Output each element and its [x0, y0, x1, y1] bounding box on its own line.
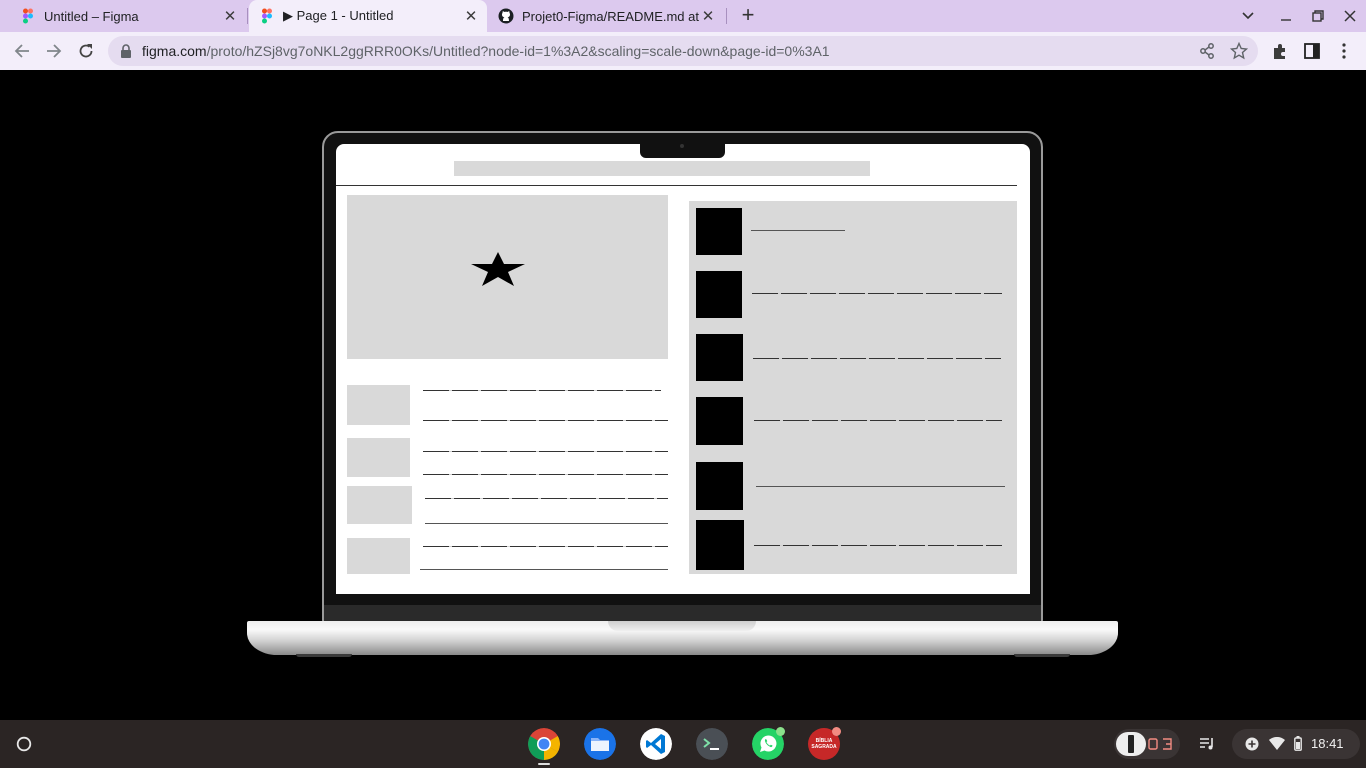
sidebar-thumbnail	[696, 520, 744, 570]
list-thumbnail	[347, 385, 410, 425]
text-line	[420, 569, 668, 570]
figma-icon	[262, 8, 272, 24]
laptop-foot	[1014, 654, 1070, 657]
sidebar-thumbnail	[696, 397, 743, 445]
address-bar[interactable]: figma.com/proto/hZSj8vg7oNKL2ggRRR0OKs/U…	[108, 36, 1258, 66]
tab-strip: Untitled – Figma ✕ ▶ Page 1 - Untitled ✕…	[0, 0, 1366, 32]
text-line	[423, 474, 668, 475]
figma-icon	[23, 8, 33, 24]
sidebar-thumbnail	[696, 462, 743, 510]
sidebar-thumbnail	[696, 334, 743, 381]
clock: 18:41	[1311, 736, 1344, 751]
text-line	[423, 420, 668, 421]
reload-button[interactable]	[72, 38, 100, 64]
wifi-icon	[1269, 737, 1285, 750]
tab-title: Untitled – Figma	[44, 8, 139, 24]
text-line	[751, 230, 845, 231]
reload-icon	[79, 44, 93, 58]
chrome-icon[interactable]	[528, 728, 560, 760]
side-panel-icon[interactable]	[1303, 42, 1321, 60]
phone-icon	[1128, 735, 1134, 753]
active-app-indicator	[538, 763, 550, 765]
close-icon[interactable]: ✕	[463, 8, 479, 25]
text-line	[425, 498, 668, 499]
launcher-circle-icon	[16, 736, 32, 752]
text-line	[752, 293, 1002, 294]
tab-title: Projet0-Figma/README.md at m	[522, 8, 700, 24]
forward-button[interactable]	[40, 38, 68, 64]
back-button[interactable]	[8, 38, 36, 64]
laptop-hinge-notch	[608, 621, 756, 631]
text-line	[423, 451, 668, 452]
text-line	[423, 546, 668, 547]
screen: Untitled – Figma ✕ ▶ Page 1 - Untitled ✕…	[0, 0, 1366, 768]
text-line	[753, 358, 1001, 359]
share-icon[interactable]	[1198, 42, 1216, 60]
chevron-down-icon[interactable]	[1232, 0, 1264, 32]
laptop-chin	[324, 605, 1041, 621]
browser-toolbar: figma.com/proto/hZSj8vg7oNKL2ggRRR0OKs/U…	[0, 32, 1366, 70]
laptop-foot	[296, 654, 352, 657]
add-circle-icon	[1245, 737, 1259, 751]
star-bookmark-icon[interactable]	[1230, 42, 1248, 60]
restore-button[interactable]	[1302, 0, 1334, 32]
url-host: figma.com	[142, 43, 207, 59]
new-tab-button[interactable]: +	[736, 4, 760, 28]
list-thumbnail	[347, 538, 410, 574]
text-line	[754, 545, 1002, 546]
terminal-icon[interactable]	[696, 728, 728, 760]
tab-separator	[247, 8, 248, 24]
arrow-right-icon	[47, 44, 62, 58]
arrow-left-icon	[14, 44, 29, 58]
launcher-button[interactable]	[12, 732, 36, 756]
sidebar-thumbnail	[696, 271, 742, 318]
tab-github-readme[interactable]: Projet0-Figma/README.md at m ✕	[488, 0, 724, 32]
tab-untitled-figma[interactable]: Untitled – Figma ✕	[0, 0, 246, 32]
star-icon	[471, 252, 525, 286]
text-line	[425, 523, 668, 524]
close-window-button[interactable]	[1334, 0, 1366, 32]
biblia-sagrada-label: BÍBLIA SAGRADA	[811, 738, 837, 750]
text-line	[423, 390, 661, 391]
list-thumbnail	[347, 438, 410, 477]
list-thumbnail	[347, 486, 412, 524]
notification-dot	[832, 727, 841, 736]
vscode-icon[interactable]	[640, 728, 672, 760]
sidebar-thumbnail	[696, 208, 742, 255]
tab-separator	[726, 8, 727, 24]
url-text: figma.com/proto/hZSj8vg7oNKL2ggRRR0OKs/U…	[142, 43, 830, 59]
wireframe-header-bar	[454, 161, 870, 176]
battery-icon	[1294, 736, 1302, 751]
tab-page-1[interactable]: ▶ Page 1 - Untitled ✕	[249, 0, 487, 32]
lock-icon	[121, 44, 131, 58]
cast-icon	[1163, 738, 1172, 750]
tab-title: ▶ Page 1 - Untitled	[283, 8, 394, 23]
minimize-button[interactable]	[1270, 0, 1302, 32]
github-icon	[498, 8, 514, 24]
camera-dot	[680, 144, 684, 148]
sidebar-panel	[689, 201, 1017, 574]
cast-icon	[1148, 738, 1158, 750]
url-path: /proto/hZSj8vg7oNKL2ggRRR0OKs/Untitled?n…	[206, 43, 830, 59]
extensions-icon[interactable]	[1271, 42, 1289, 60]
close-icon[interactable]: ✕	[700, 8, 716, 25]
phone-hub-pod[interactable]	[1114, 729, 1180, 759]
close-icon[interactable]: ✕	[222, 8, 238, 25]
text-line	[756, 486, 1005, 487]
hero-image-placeholder	[347, 195, 668, 359]
text-line	[754, 420, 1002, 421]
media-controls-icon[interactable]	[1199, 736, 1215, 752]
files-icon[interactable]	[584, 728, 616, 760]
more-menu-icon[interactable]	[1335, 42, 1353, 60]
header-divider	[336, 185, 1017, 186]
notification-dot	[776, 727, 785, 736]
